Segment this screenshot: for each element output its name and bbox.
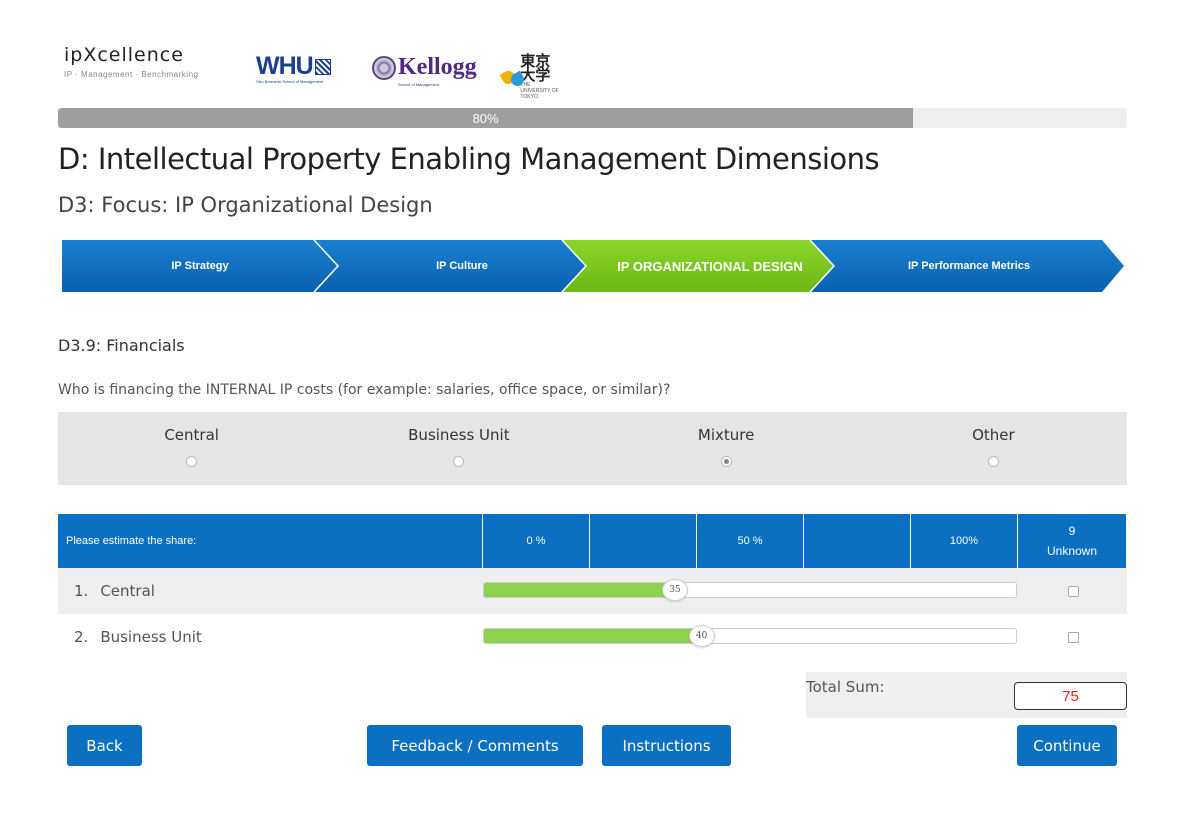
unknown-checkbox-business-unit[interactable] [1067, 631, 1079, 643]
dimension-steps-nav: IP Strategy IP Culture IP ORGANIZATIONAL… [62, 240, 1124, 292]
option-business-unit[interactable]: Business Unit [325, 412, 592, 485]
scale-25 [590, 514, 697, 568]
instructions-button[interactable]: Instructions [602, 725, 731, 766]
unknown-header: 9 Unknown [1018, 514, 1126, 568]
share-estimate-table: Please estimate the share: 0 % 50 % 100%… [58, 514, 1127, 660]
table-row: 1. Central 35 [58, 568, 1127, 614]
question-text: Who is financing the INTERNAL IP costs (… [58, 382, 671, 398]
table-row: 2. Business Unit 40 [58, 614, 1127, 660]
total-sum: Total Sum: 75 [806, 672, 1127, 718]
row-label: 1. Central [74, 582, 155, 600]
whu-logo: WHU Otto Beisheim School of Management [256, 52, 331, 84]
share-slider-business-unit[interactable]: 40 [483, 625, 1019, 647]
share-slider-central[interactable]: 35 [483, 579, 1019, 601]
slider-handle[interactable]: 40 [688, 625, 715, 647]
share-table-header: Please estimate the share: 0 % 50 % 100%… [58, 514, 1127, 568]
feedback-button[interactable]: Feedback / Comments [367, 725, 583, 766]
scale-100: 100% [911, 514, 1018, 568]
gingko-leaf-icon [499, 66, 527, 89]
total-sum-label: Total Sum: [806, 678, 885, 696]
slider-handle[interactable]: 35 [661, 579, 688, 601]
page-title: D: Intellectual Property Enabling Manage… [58, 142, 880, 176]
step-ip-strategy[interactable]: IP Strategy [62, 240, 338, 292]
financing-options: Central Business Unit Mixture Other [58, 412, 1127, 485]
continue-button[interactable]: Continue [1017, 725, 1117, 766]
step-ip-organizational-design[interactable]: IP ORGANIZATIONAL DESIGN [586, 240, 834, 292]
scale-75 [804, 514, 911, 568]
step-ip-performance-metrics[interactable]: IP Performance Metrics [834, 240, 1104, 292]
back-button[interactable]: Back [67, 725, 142, 766]
option-other[interactable]: Other [860, 412, 1127, 485]
option-central[interactable]: Central [58, 412, 325, 485]
total-sum-value: 75 [1014, 682, 1127, 710]
survey-progress-bar: 80% [58, 108, 1127, 128]
radio-business-unit[interactable] [453, 456, 465, 467]
question-title: D3.9: Financials [58, 336, 185, 355]
partner-logos: ipXcellence IP · Management · Benchmarki… [64, 44, 559, 100]
share-header-label: Please estimate the share: [58, 514, 483, 568]
university-of-tokyo-logo: 東京大学 THE UNIVERSITY OF TOKYO [499, 54, 560, 100]
progress-fill: 80% [58, 108, 914, 128]
ipxcellence-logo: ipXcellence IP · Management · Benchmarki… [64, 44, 199, 79]
step-ip-culture[interactable]: IP Culture [338, 240, 586, 292]
scale-0: 0 % [483, 514, 590, 568]
option-mixture[interactable]: Mixture [593, 412, 860, 485]
radio-central[interactable] [186, 456, 198, 467]
slider-fill [484, 583, 671, 597]
radio-other[interactable] [987, 456, 999, 467]
kellogg-logo: Kellogg School of Management [372, 54, 477, 87]
section-title: D3: Focus: IP Organizational Design [58, 193, 433, 217]
unknown-checkbox-central[interactable] [1067, 585, 1079, 597]
radio-mixture[interactable] [720, 456, 732, 467]
row-label: 2. Business Unit [74, 628, 202, 646]
kellogg-seal-icon [372, 55, 396, 80]
scale-50: 50 % [697, 514, 804, 568]
slider-fill [484, 629, 698, 643]
